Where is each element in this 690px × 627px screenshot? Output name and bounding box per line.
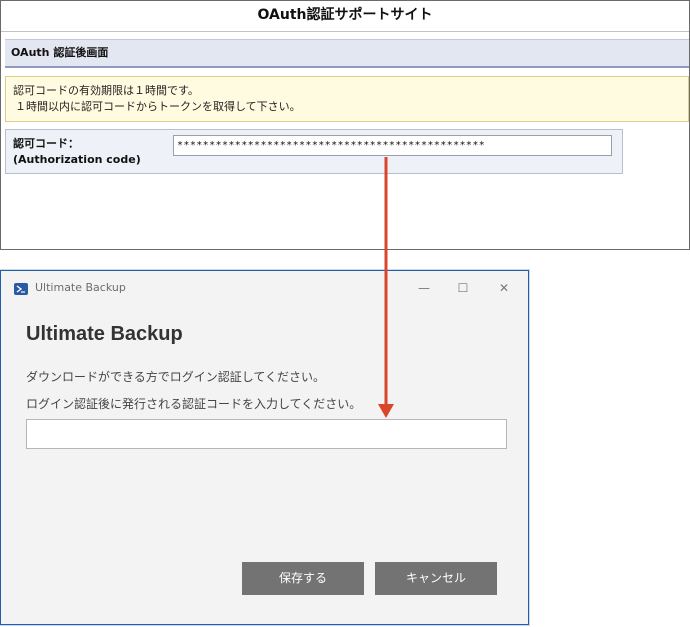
page-title: OAuth認証サポートサイト — [1, 1, 689, 32]
authorization-code-row: 認可コード： (Authorization code) ************… — [5, 129, 623, 174]
minimize-icon[interactable]: — — [409, 277, 439, 299]
instruction-enter-code: ログイン認証後に発行される認証コードを入力してください。 — [26, 397, 362, 411]
window-title: Ultimate Backup — [35, 281, 126, 294]
auth-code-input[interactable] — [26, 419, 507, 449]
close-icon[interactable]: ✕ — [489, 277, 519, 299]
oauth-support-page: OAuth認証サポートサイト OAuth 認証後画面 認可コードの有効期限は１時… — [0, 0, 690, 250]
section-header: OAuth 認証後画面 — [5, 39, 689, 68]
ultimate-backup-window: Ultimate Backup — ☐ ✕ Ultimate Backup ダウ… — [0, 270, 529, 625]
powershell-icon — [14, 283, 28, 295]
code-label-jp: 認可コード： — [13, 137, 79, 150]
maximize-icon[interactable]: ☐ — [448, 277, 478, 299]
instruction-download: ダウンロードができる方でログイン認証してください。 — [26, 370, 326, 384]
authorization-code-label: 認可コード： (Authorization code) — [13, 136, 141, 168]
window-titlebar[interactable]: Ultimate Backup — ☐ ✕ — [1, 271, 528, 306]
notice-line-2: １時間以内に認可コードからトークンを取得して下さい。 — [15, 100, 301, 113]
expiry-notice: 認可コードの有効期限は１時間です。 １時間以内に認可コードからトークンを取得して… — [5, 76, 689, 122]
app-heading: Ultimate Backup — [26, 323, 183, 345]
notice-line-1: 認可コードの有効期限は１時間です。 — [13, 84, 199, 97]
code-label-en: (Authorization code) — [13, 153, 141, 166]
authorization-code-field[interactable]: ****************************************… — [173, 135, 612, 156]
cancel-button[interactable]: キャンセル — [375, 562, 497, 595]
save-button[interactable]: 保存する — [242, 562, 364, 595]
